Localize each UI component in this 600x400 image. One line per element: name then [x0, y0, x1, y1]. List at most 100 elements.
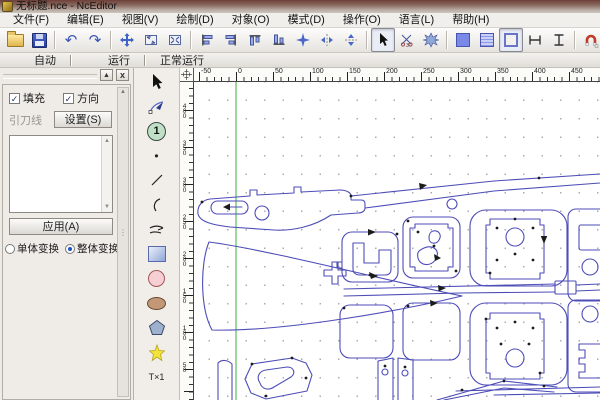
mirror-horizontal-icon — [319, 32, 335, 48]
redo-button[interactable]: ↷ — [83, 28, 107, 52]
save-button[interactable] — [27, 28, 51, 52]
scroll-up-icon[interactable]: ▲ — [104, 138, 110, 144]
h-ruler-label: 450 — [571, 68, 583, 75]
open-file-button[interactable] — [3, 28, 27, 52]
v-ruler-label: 350 — [181, 140, 188, 155]
svg-text:3: 3 — [406, 43, 409, 48]
node-edit-icon — [148, 99, 166, 115]
part-blade — [203, 242, 462, 330]
circle-tool[interactable] — [145, 267, 169, 291]
align-right-icon — [223, 32, 239, 48]
mode-normal-run[interactable]: 正常运行 — [154, 52, 210, 68]
scroll-down-icon[interactable]: ▼ — [104, 204, 110, 210]
toolbar-separator — [574, 31, 576, 49]
v-ruler: 40035030025020015010050 — [180, 82, 194, 400]
single-transform-label: 单体变换 — [17, 241, 59, 256]
simulate-tool[interactable]: 1 — [145, 119, 169, 143]
h-ruler-label: 350 — [497, 68, 509, 75]
transform-button[interactable] — [419, 28, 443, 52]
star-tool[interactable] — [145, 341, 169, 365]
polyline-tool[interactable] — [145, 218, 169, 242]
align-top-button[interactable] — [243, 28, 267, 52]
menu-edit[interactable]: 编辑(E) — [58, 13, 113, 27]
single-transform-radio[interactable]: 单体变换 — [5, 241, 59, 256]
zoom-extents-button[interactable] — [163, 28, 187, 52]
arc-tool[interactable] — [145, 193, 169, 217]
listbox-scrollbar[interactable]: ▲ ▼ — [101, 136, 112, 212]
ellipse-tool[interactable] — [145, 291, 169, 315]
node-edit-tool[interactable] — [145, 95, 169, 119]
mode-auto[interactable]: 自动 — [28, 52, 62, 68]
zoom-extents-icon — [167, 32, 183, 48]
center-origin-button[interactable] — [291, 28, 315, 52]
menu-language[interactable]: 语言(L) — [390, 13, 443, 27]
menu-help[interactable]: 帮助(H) — [443, 13, 498, 27]
fill-hatch-button[interactable] — [475, 28, 499, 52]
trim-scissors-icon: 3 — [399, 32, 415, 48]
snap-button[interactable] — [579, 28, 600, 52]
h-ruler-label: -50 — [201, 68, 211, 75]
align-left-button[interactable] — [195, 28, 219, 52]
mode-separator — [70, 55, 72, 66]
menu-view[interactable]: 视图(V) — [113, 13, 168, 27]
align-bottom-icon — [271, 32, 287, 48]
crosshair-icon — [180, 68, 193, 81]
window-title: 无标题.nce - NcEditor — [16, 0, 117, 13]
menu-draw[interactable]: 绘制(D) — [167, 13, 222, 27]
panel-close-button[interactable]: x — [116, 69, 129, 81]
select-button[interactable] — [371, 28, 395, 52]
mirror-vertical-icon — [343, 32, 359, 48]
fill-none-button[interactable] — [499, 28, 523, 52]
mode-run[interactable]: 运行 — [102, 52, 136, 68]
align-right-button[interactable] — [219, 28, 243, 52]
mirror-vertical-button[interactable] — [339, 28, 363, 52]
zoom-window-icon — [143, 32, 159, 48]
panel-scrollbar[interactable]: ▲ ⋮ — [117, 87, 129, 397]
title-bar[interactable]: 无标题.nce - NcEditor — [0, 0, 600, 13]
h-ruler-label: 400 — [534, 68, 546, 75]
h-ruler-label: 200 — [386, 68, 398, 75]
point-tool[interactable]: • — [145, 144, 169, 168]
pan-button[interactable] — [115, 28, 139, 52]
rectangle-tool[interactable] — [145, 242, 169, 266]
array-tool[interactable]: T×1 — [145, 365, 169, 389]
polygon-tool[interactable] — [145, 316, 169, 340]
width-equal-button[interactable] — [523, 28, 547, 52]
menu-object[interactable]: 对象(O) — [223, 13, 279, 27]
menu-mode[interactable]: 模式(D) — [279, 13, 334, 27]
panel-scroll-grip-icon[interactable]: ⋮ — [118, 230, 128, 236]
trim-button[interactable]: 3 — [395, 28, 419, 52]
whole-transform-label: 整体变换 — [77, 241, 119, 256]
part-square-plate-lower — [470, 303, 567, 385]
fill-checkbox[interactable]: ✓ 填充 — [9, 90, 45, 106]
zoom-window-button[interactable] — [139, 28, 163, 52]
pentagon-icon — [148, 319, 166, 336]
direction-checkbox[interactable]: ✓ 方向 — [63, 90, 99, 106]
align-bottom-button[interactable] — [267, 28, 291, 52]
part-bottom-lines — [218, 358, 600, 400]
part-z-slot — [245, 358, 312, 399]
undo-button[interactable]: ↶ — [59, 28, 83, 52]
lead-line-settings-button[interactable]: 设置(S) — [54, 111, 112, 128]
panel-scroll-up-icon[interactable]: ▲ — [118, 89, 128, 95]
panel-grip[interactable] — [3, 74, 97, 79]
menu-file[interactable]: 文件(F) — [4, 13, 58, 27]
whole-transform-radio[interactable]: 整体变换 — [65, 241, 119, 256]
mirror-horizontal-button[interactable] — [315, 28, 339, 52]
center-star-icon — [295, 32, 311, 48]
apply-button[interactable]: 应用(A) — [9, 218, 113, 235]
circle-icon — [148, 270, 165, 287]
line-tool[interactable] — [145, 168, 169, 192]
curve-icon — [148, 223, 166, 237]
fill-solid-button[interactable] — [451, 28, 475, 52]
menu-operate[interactable]: 操作(O) — [334, 13, 390, 27]
select-tool[interactable] — [145, 70, 169, 94]
height-equal-button[interactable] — [547, 28, 571, 52]
drawing-canvas[interactable] — [194, 82, 600, 400]
toolbar-separator — [446, 31, 448, 49]
v-ruler-label: 150 — [181, 288, 188, 303]
panel-collapse-button[interactable]: ▲ — [100, 69, 113, 81]
lead-line-listbox[interactable]: ▲ ▼ — [9, 135, 113, 213]
v-ruler-label: 200 — [181, 251, 188, 266]
point-dot-icon: • — [154, 149, 158, 163]
